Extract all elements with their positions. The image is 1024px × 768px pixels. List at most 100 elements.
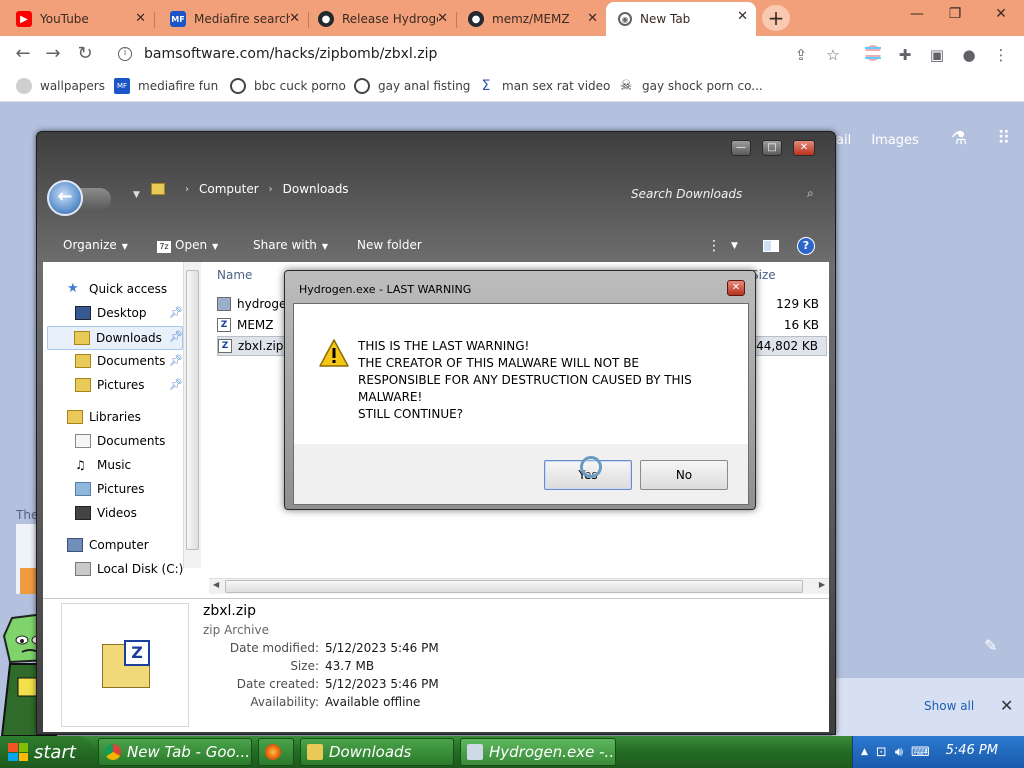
nav-lib-pictures[interactable]: Pictures [75, 482, 145, 496]
bookmark-5[interactable]: Σ man sex rat video [478, 78, 611, 94]
close-icon[interactable]: ✕ [587, 11, 598, 26]
labs-icon[interactable]: ⚗ [951, 128, 967, 149]
close-icon[interactable]: ✕ [437, 11, 448, 26]
open-button[interactable]: 7z Open ▼ [157, 238, 218, 253]
nav-pictures[interactable]: Pictures [75, 378, 145, 392]
view-dropdown-icon[interactable]: ▼ [731, 241, 738, 251]
tab-memz[interactable]: ● memz/MEMZ ✕ [456, 4, 606, 34]
minimize-icon[interactable]: — [902, 6, 932, 28]
nav-documents[interactable]: Documents [75, 354, 165, 368]
search-icon[interactable]: ⌕ [807, 186, 814, 201]
avatar-icon[interactable]: ● [958, 44, 980, 66]
info-icon[interactable]: i [118, 47, 132, 61]
share-with-button[interactable]: Share with ▼ [253, 238, 328, 252]
close-icon[interactable]: ✕ [289, 11, 300, 26]
new-folder-button[interactable]: New folder [357, 238, 422, 252]
side-panel-icon[interactable]: ▣ [926, 44, 948, 66]
scrollbar-thumb[interactable] [186, 270, 199, 550]
close-icon[interactable]: ✕ [737, 9, 748, 24]
task-new-tab[interactable]: New Tab - Goo... [98, 738, 252, 766]
breadcrumb-computer[interactable]: Computer [199, 182, 259, 196]
apps-grid-icon[interactable]: ⠿ [997, 128, 1010, 149]
chevron-down-icon: ▼ [121, 242, 128, 251]
close-icon[interactable]: ✕ [793, 140, 815, 156]
breadcrumb[interactable]: › Computer › Downloads [151, 182, 349, 196]
start-label: start [34, 741, 76, 763]
maximize-icon[interactable]: □ [762, 140, 782, 156]
forward-icon[interactable]: → [40, 42, 66, 68]
share-icon[interactable]: ⇪ [790, 44, 812, 66]
history-dropdown-icon[interactable]: ▼ [133, 190, 140, 200]
scrollbar-thumb[interactable] [225, 580, 803, 593]
bookmark-3[interactable]: bbc cuck porno [230, 78, 346, 94]
customize-pencil-icon[interactable]: ✎ [984, 636, 997, 655]
nav-videos[interactable]: Videos [75, 506, 137, 520]
sigma-icon: Σ [481, 78, 491, 94]
address-bar[interactable]: i bamsoftware.com/hacks/zipbomb/zbxl.zip [108, 40, 848, 68]
help-icon[interactable]: ? [797, 237, 815, 255]
task-downloads[interactable]: Downloads [300, 738, 454, 766]
horizontal-scrollbar[interactable]: ◀ ▶ [209, 578, 829, 594]
tab-new-tab[interactable]: ◉ New Tab ✕ [606, 2, 756, 36]
preview-pane-icon[interactable] [763, 240, 779, 252]
more-options-icon[interactable]: ⋮ [707, 238, 721, 254]
minimize-icon[interactable]: — [731, 140, 751, 156]
tab-release-hydrogen[interactable]: ● Release Hydrogen ✕ [306, 4, 457, 34]
nav-computer[interactable]: Computer [67, 538, 149, 552]
nav-music[interactable]: ♫ Music [75, 458, 131, 472]
scroll-left-icon[interactable]: ◀ [213, 580, 219, 589]
nav-quick-access[interactable]: ★ Quick access [67, 282, 167, 297]
tab-mediafire[interactable]: MF Mediafire search ✕ [158, 4, 309, 34]
new-tab-button[interactable]: + [762, 5, 790, 31]
desktop-icon [75, 306, 91, 320]
scroll-right-icon[interactable]: ▶ [819, 580, 825, 589]
back-arrow-icon[interactable]: ← [47, 180, 83, 216]
task-firefox[interactable] [258, 738, 294, 766]
close-icon[interactable]: ✕ [727, 280, 745, 296]
tab-strip: ▶ YouTube ✕ MF Mediafire search ✕ ● Rele… [0, 0, 1024, 36]
gmail-link[interactable]: ail [836, 133, 851, 148]
downloads-shelf: Show all ✕ [832, 678, 1024, 736]
nav-lib-documents[interactable]: Documents [75, 434, 165, 448]
bookmark-mediafire-fun[interactable]: MF mediafire fun [114, 78, 218, 94]
bookmark-star-icon[interactable]: ☆ [822, 44, 844, 66]
menu-icon[interactable]: ⋮ [990, 44, 1012, 66]
bookmark-6[interactable]: ☠ gay shock porn co... [618, 78, 763, 94]
organize-button[interactable]: Organize ▼ [63, 238, 128, 252]
nav-scrollbar[interactable] [183, 262, 201, 568]
nav-local-disk[interactable]: Local Disk (C:) [75, 562, 183, 576]
restore-icon[interactable]: ❐ [940, 6, 970, 28]
reload-icon[interactable]: ↻ [72, 42, 98, 68]
tab-youtube[interactable]: ▶ YouTube ✕ [4, 4, 155, 34]
extensions-icon[interactable]: ✚ [894, 44, 916, 66]
show-all-link[interactable]: Show all [924, 699, 974, 713]
chevron-right-icon: › [185, 183, 189, 195]
volume-icon[interactable]: 🔊︎ [895, 745, 903, 760]
start-button[interactable]: start [0, 736, 92, 768]
breadcrumb-downloads[interactable]: Downloads [283, 182, 349, 196]
bookmark-4[interactable]: gay anal fisting [354, 78, 470, 94]
clock[interactable]: 5:46 PM [946, 743, 998, 758]
images-link[interactable]: Images [871, 133, 919, 148]
search-input[interactable] [631, 182, 801, 206]
close-icon[interactable]: ✕ [135, 11, 146, 26]
url-text: bamsoftware.com/hacks/zipbomb/zbxl.zip [144, 46, 438, 62]
window-close-icon[interactable]: ✕ [986, 6, 1016, 28]
nav-libraries[interactable]: Libraries [67, 410, 141, 424]
nav-desktop[interactable]: Desktop [75, 306, 147, 320]
back-icon[interactable]: ← [10, 42, 36, 68]
nav-downloads[interactable]: Downloads [47, 326, 183, 350]
profile-flag-icon[interactable] [862, 44, 884, 66]
pin-icon: 📌︎ [169, 306, 183, 319]
dialog-message: THIS IS THE LAST WARNING! THE CREATOR OF… [358, 338, 730, 423]
network-icon[interactable]: ⊡ [876, 745, 887, 760]
downloads-folder-icon [74, 331, 90, 345]
close-icon[interactable]: ✕ [1000, 696, 1013, 715]
ime-icon[interactable]: ⌨ [911, 745, 930, 760]
column-header-name[interactable]: Name [217, 268, 252, 282]
task-hydrogen[interactable]: Hydrogen.exe -... [460, 738, 616, 766]
show-hidden-icons-icon[interactable]: ▲ [861, 747, 868, 757]
no-button[interactable]: No [640, 460, 728, 490]
bookmark-wallpapers[interactable]: wallpapers [16, 78, 105, 94]
folder-icon [151, 183, 165, 195]
